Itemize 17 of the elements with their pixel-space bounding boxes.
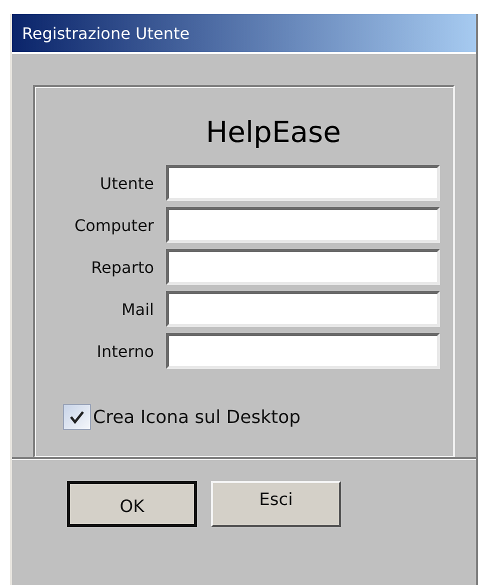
input-field[interactable]: [166, 333, 440, 369]
exit-button[interactable]: Esci: [211, 481, 341, 527]
field-label: Mail: [120, 300, 155, 318]
input-field[interactable]: [166, 207, 440, 243]
input-field[interactable]: [166, 291, 440, 327]
checkbox[interactable]: [63, 404, 91, 430]
field-label: Utente: [98, 174, 155, 192]
field-label: Reparto: [90, 258, 155, 276]
window-title: Registrazione Utente: [22, 24, 190, 42]
app-name: HelpEase: [206, 115, 341, 149]
input-field[interactable]: [166, 165, 440, 201]
input-field[interactable]: [166, 249, 440, 285]
checkbox-label: Crea Icona sul Desktop: [93, 406, 301, 428]
check-icon: [69, 410, 85, 424]
field-label: Computer: [73, 216, 155, 234]
ok-button[interactable]: OK: [67, 481, 197, 527]
field-label: Interno: [96, 342, 155, 360]
